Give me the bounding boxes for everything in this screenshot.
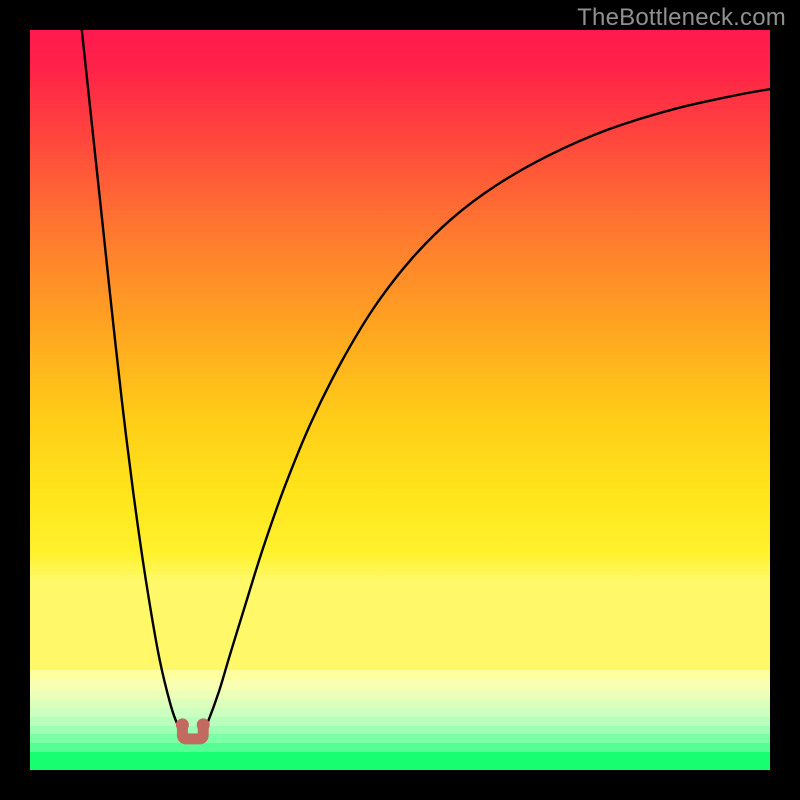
bottleneck-curve [82,30,770,738]
minimum-dot-0 [176,718,189,731]
minimum-marker-icon [176,718,210,739]
watermark-text: TheBottleneck.com [577,4,786,32]
chart-root: TheBottleneck.com [0,0,800,800]
plot-area [30,30,770,770]
minimum-dot-1 [197,718,210,731]
curve-layer-svg [30,30,770,770]
